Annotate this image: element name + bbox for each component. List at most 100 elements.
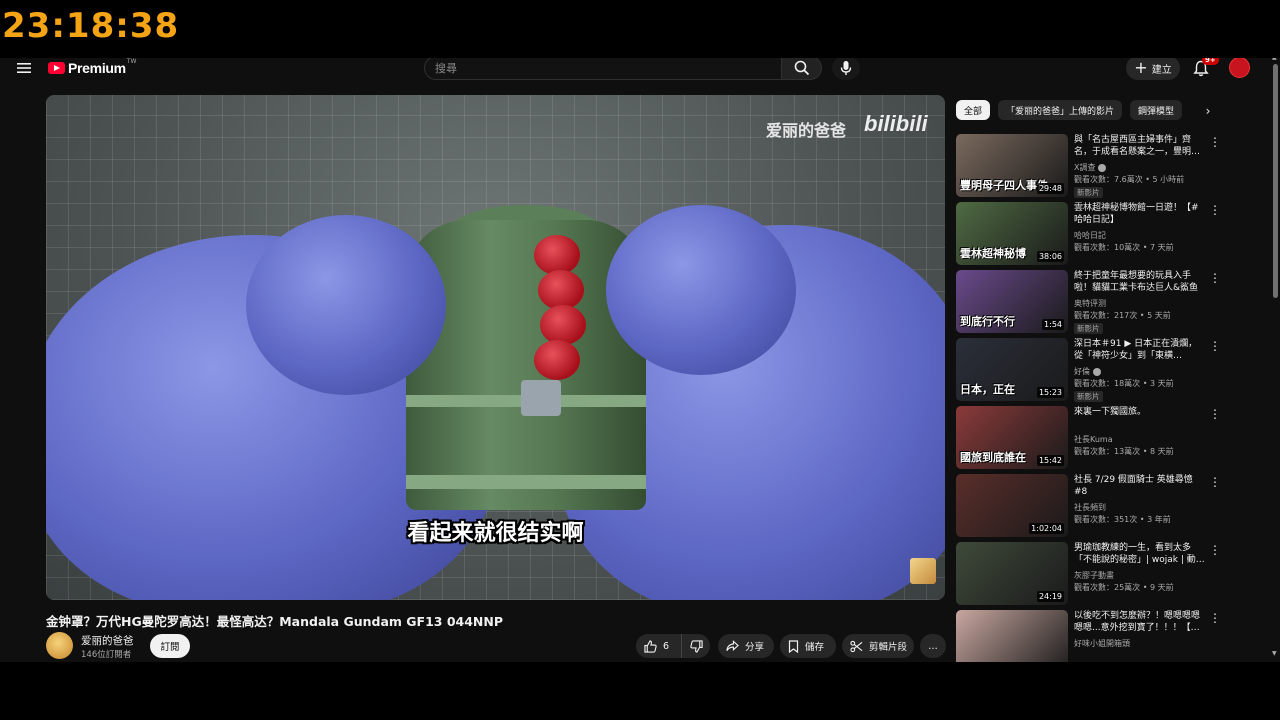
recommendation-item[interactable]: 1:02:04 社長 7/29 假面騎士 英雄尋憶 #8 社長頻到 觀看次數：351次… [956, 474, 1226, 542]
chip-gunpla[interactable]: 鋼彈模型 [1130, 100, 1183, 120]
bookmark-icon [788, 639, 799, 653]
recommendation-channel[interactable]: 好味小姐開箱頭 [1074, 638, 1130, 649]
recommendation-channel[interactable]: 社長頻到 [1074, 502, 1106, 513]
youtube-play-icon [48, 62, 65, 74]
thumbnail-overlay-text: 國旅到底誰在 [960, 451, 1026, 464]
video-duration: 1:54 [1042, 319, 1064, 330]
filter-chips: 全部 「爱丽的爸爸」上傳的影片 鋼彈模型 [956, 100, 1183, 120]
share-label: 分享 [745, 642, 765, 653]
more-actions-button[interactable]: … [920, 634, 946, 658]
kebab-icon[interactable]: ⋮ [1209, 270, 1221, 286]
like-dislike-group: 6 [636, 634, 710, 658]
account-avatar[interactable] [1229, 58, 1250, 78]
search-box[interactable] [424, 58, 782, 80]
recommendation-item[interactable]: 日本，正在 15:23 深日本＃91 ▶ 日本正在潰爛，從「神符少女」到「東横… 好倫… [956, 338, 1226, 406]
channel-name-text: 好倫 [1074, 367, 1090, 376]
video-thumbnail[interactable] [956, 610, 1068, 662]
channel-corner-logo [910, 558, 936, 584]
recommendation-channel[interactable]: X調查 [1074, 162, 1107, 173]
channel-name[interactable]: 爱丽的爸爸 [81, 633, 134, 648]
recommendation-title[interactable]: 雲林超神秘博物館一日遊！【# 哈哈日記】 [1074, 202, 1206, 226]
subscribe-button[interactable]: 訂閱 [150, 634, 190, 658]
kebab-icon[interactable]: ⋮ [1209, 542, 1221, 558]
scroll-up-arrow[interactable]: ▲ [1272, 58, 1277, 61]
video-player[interactable]: 爱丽的爸爸 bilibili 看起来就很结实啊 [46, 95, 945, 600]
youtube-premium-logo[interactable]: Premium TW [48, 58, 136, 77]
scrollbar-thumb[interactable] [1273, 64, 1278, 298]
thumbnail-overlay-text: 日本，正在 [960, 383, 1015, 396]
video-thumbnail[interactable]: 到底行不行 1:54 [956, 270, 1068, 333]
recommendation-title[interactable]: 以後吃不到怎麼辦？！嗯嗯嗯嗯嗯嗯...意外挖到寶了！！！【… [1074, 610, 1206, 634]
kebab-icon[interactable]: ⋮ [1209, 406, 1221, 422]
recommendation-meta: 觀看次數：10萬次 • 7 天前 [1074, 243, 1174, 252]
new-video-badge: 新影片 [1074, 187, 1103, 198]
recommendation-meta: 觀看次數：13萬次 • 8 天前 [1074, 447, 1174, 456]
bilibili-logo: bilibili [864, 111, 928, 136]
recommendation-item[interactable]: 豐明母子四人事件 29:48 與「名古屋西區主婦事件」齊名，于成看名懸案之一，豐明…… [956, 134, 1226, 202]
recommendation-title[interactable]: 深日本＃91 ▶ 日本正在潰爛，從「神符少女」到「東横… [1074, 338, 1206, 362]
thumbnail-overlay-text: 到底行不行 [960, 315, 1015, 328]
save-label: 儲存 [805, 642, 825, 653]
recommendation-item[interactable]: 國旅到底誰在 15:42 來裏一下獨國旅。 社長Kuma 觀看次數：13萬次 • 8 天… [956, 406, 1226, 474]
recommendation-title[interactable]: 來裏一下獨國旅。 [1074, 406, 1206, 418]
save-button[interactable]: 儲存 [780, 634, 836, 658]
kebab-icon[interactable]: ⋮ [1209, 338, 1221, 354]
video-frame-red-bead [534, 340, 580, 380]
new-video-badge: 新影片 [1074, 391, 1103, 402]
channel-name-text: 灰膠子動畫 [1074, 571, 1114, 580]
video-thumbnail[interactable]: 1:02:04 [956, 474, 1068, 537]
recommendation-channel[interactable]: 奥特评测 [1074, 298, 1106, 309]
video-thumbnail[interactable]: 豐明母子四人事件 29:48 [956, 134, 1068, 197]
dislike-button[interactable] [682, 634, 710, 658]
page-scrollbar[interactable]: ▲ ▼ [1270, 58, 1280, 662]
channel-name-text: X調查 [1074, 163, 1096, 172]
recommendation-channel[interactable]: 好倫 [1074, 366, 1101, 377]
video-frame-grey-block [521, 380, 561, 416]
hamburger-icon[interactable] [14, 58, 34, 78]
video-duration: 1:02:04 [1029, 523, 1064, 534]
kebab-icon[interactable]: ⋮ [1209, 610, 1221, 626]
logo-text: Premium [68, 60, 126, 76]
recommendation-channel[interactable]: 哈哈日記 [1074, 230, 1106, 241]
search-input[interactable] [435, 61, 782, 75]
search-button[interactable] [781, 58, 822, 80]
new-video-badge: 新影片 [1074, 323, 1103, 334]
video-thumbnail[interactable]: 24:19 [956, 542, 1068, 605]
recommendation-item[interactable]: 24:19 男瑜珈教練的一生，看到太多「不能說的秘密」| wojak | 動… 灰膠… [956, 542, 1226, 610]
recommendation-title[interactable]: 社長 7/29 假面騎士 英雄尋憶 #8 [1074, 474, 1206, 498]
kebab-icon[interactable]: ⋮ [1209, 134, 1221, 150]
channel-avatar[interactable] [46, 632, 73, 659]
channel-name-text: 好味小姐開箱頭 [1074, 639, 1130, 648]
recommendation-channel[interactable]: 灰膠子動畫 [1074, 570, 1114, 581]
thumbs-down-icon [689, 639, 703, 653]
chip-all[interactable]: 全部 [956, 100, 991, 120]
video-thumbnail[interactable]: 國旅到底誰在 15:42 [956, 406, 1068, 469]
recommendation-item[interactable]: 到底行不行 1:54 終于把童年最想要的玩具入手啦！貓貓工業卡布达巨人&鯊鱼巨… 奥特… [956, 270, 1226, 338]
share-button[interactable]: 分享 [718, 634, 774, 658]
recommendation-title[interactable]: 與「名古屋西區主婦事件」齊名，于成看名懸案之一，豐明… [1074, 134, 1206, 158]
video-thumbnail[interactable]: 日本，正在 15:23 [956, 338, 1068, 401]
scroll-down-arrow[interactable]: ▼ [1272, 650, 1277, 657]
channel-name-text: 社長Kuma [1074, 435, 1113, 444]
recommendation-title[interactable]: 男瑜珈教練的一生，看到太多「不能說的秘密」| wojak | 動… [1074, 542, 1206, 566]
chip-uploads[interactable]: 「爱丽的爸爸」上傳的影片 [998, 100, 1123, 120]
kebab-icon[interactable]: ⋮ [1209, 474, 1221, 490]
recommendation-item[interactable]: 雲林超神秘博 38:06 雲林超神秘博物館一日遊！【# 哈哈日記】哈哈日記觀看次數：… [956, 202, 1226, 270]
mic-button[interactable] [832, 58, 860, 80]
create-button[interactable]: + 建立 [1126, 58, 1180, 80]
recommendation-title[interactable]: 終于把童年最想要的玩具入手啦！貓貓工業卡布达巨人&鯊鱼巨… [1074, 270, 1206, 294]
subscriber-count: 146位訂閱者 [81, 650, 132, 660]
recommendation-list: 豐明母子四人事件 29:48 與「名古屋西區主婦事件」齊名，于成看名懸案之一，豐明…… [956, 134, 1226, 662]
recommendation-meta: 觀看次數：217次 • 5 天前 [1074, 311, 1171, 320]
clip-button[interactable]: 剪輯片段 [842, 634, 914, 658]
like-button[interactable]: 6 [636, 634, 682, 658]
chevron-right-icon[interactable]: › [1198, 100, 1218, 122]
kebab-icon[interactable]: ⋮ [1209, 202, 1221, 218]
recommendation-item[interactable]: 以後吃不到怎麼辦？！嗯嗯嗯嗯嗯嗯...意外挖到寶了！！！【… 好味小姐開箱頭 ⋮ [956, 610, 1226, 662]
recommendation-channel[interactable]: 社長Kuma [1074, 434, 1113, 445]
video-thumbnail[interactable]: 雲林超神秘博 38:06 [956, 202, 1068, 265]
video-duration: 15:23 [1036, 387, 1064, 398]
channel-name-text: 哈哈日記 [1074, 231, 1106, 240]
thumbnail-overlay-text: 豐明母子四人事件 [960, 179, 1048, 192]
channel-name-text: 社長頻到 [1074, 503, 1106, 512]
